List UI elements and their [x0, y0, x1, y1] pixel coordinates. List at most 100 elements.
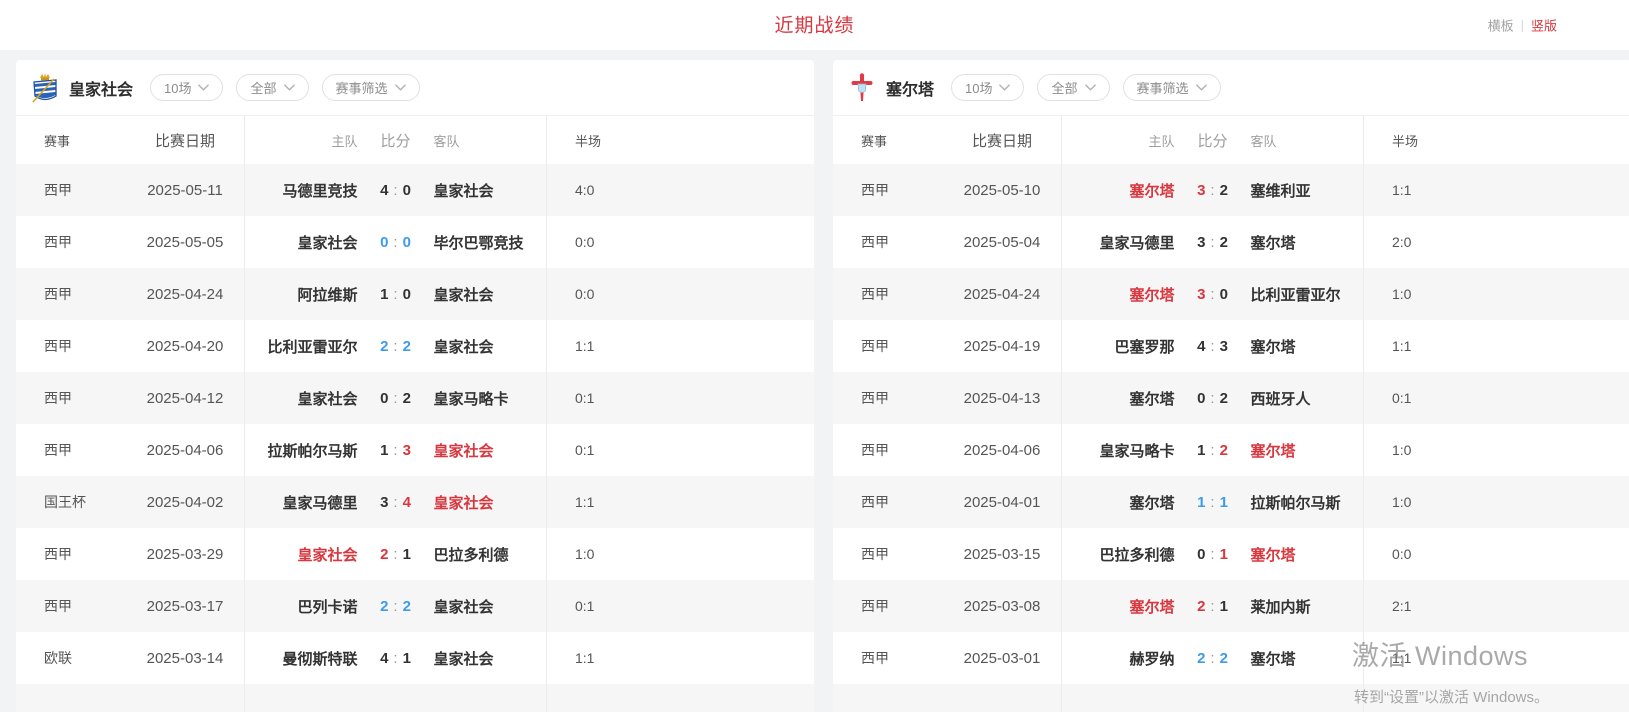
table-row: 欧联 2025-03-14 曼彻斯特联 4:1 皇家社会 1:1 — [16, 632, 814, 684]
top-bar: 近期战绩 横板 | 竖版 — [0, 0, 1629, 50]
score: 2:2 — [368, 598, 424, 615]
score: 1:1 — [1185, 494, 1241, 511]
away-team: 莱加内斯 — [1251, 596, 1364, 617]
score — [368, 702, 424, 712]
match-cell: 塞尔塔 3:2 塞维利亚 — [1061, 164, 1363, 216]
score: 4:1 — [368, 650, 424, 667]
date-cell: 2025-05-04 — [943, 234, 1061, 251]
halftime-cell: 0:1 — [546, 372, 814, 424]
date-cell: 2025-03-01 — [943, 650, 1061, 667]
table-row: 西甲 2025-04-20 比利亚雷亚尔 2:2 皇家社会 1:1 — [16, 320, 814, 372]
home-team: 塞尔塔 — [1062, 284, 1175, 305]
score: 2:2 — [1185, 650, 1241, 667]
match-cell — [1061, 684, 1363, 712]
score: 3:2 — [1185, 234, 1241, 251]
halftime-cell: 0:1 — [1363, 372, 1629, 424]
date-cell: 2025-03-14 — [126, 650, 244, 667]
date-cell: 2025-04-19 — [943, 338, 1061, 355]
filter-dropdown[interactable]: 10场 — [150, 74, 223, 101]
col-home: 主队 — [1062, 131, 1175, 150]
score: 1:3 — [368, 442, 424, 459]
col-away: 客队 — [1251, 131, 1364, 150]
layout-horizontal-link[interactable]: 横板 — [1488, 16, 1514, 35]
match-cell: 比利亚雷亚尔 2:2 皇家社会 — [244, 320, 546, 372]
away-team: 比利亚雷亚尔 — [1251, 284, 1364, 305]
away-team: 巴拉多利德 — [434, 544, 547, 565]
score: 1:2 — [1185, 442, 1241, 459]
filter-label: 赛事筛选 — [336, 78, 388, 97]
match-cell: 拉斯帕尔马斯 1:3 皇家社会 — [244, 424, 546, 476]
filter-dropdown[interactable]: 全部 — [1037, 74, 1109, 101]
halftime-cell: 2:0 — [1363, 216, 1629, 268]
page-title: 近期战绩 — [774, 10, 854, 37]
home-team: 阿拉维斯 — [245, 284, 358, 305]
competition-cell: 西甲 — [833, 648, 943, 668]
competition-cell: 西甲 — [16, 596, 126, 616]
score — [1185, 702, 1241, 712]
table-row: 西甲 2025-04-19 巴塞罗那 4:3 塞尔塔 1:1 — [833, 320, 1629, 372]
date-cell: 2025-04-20 — [126, 338, 244, 355]
competition-cell: 西甲 — [833, 544, 943, 564]
competition-cell: 西甲 — [833, 284, 943, 304]
date-cell: 2025-05-10 — [943, 182, 1061, 199]
home-team: 赫罗纳 — [1062, 648, 1175, 669]
competition-cell: 西甲 — [833, 440, 943, 460]
team-name: 塞尔塔 — [886, 76, 934, 100]
table-row: 西甲 2025-04-01 塞尔塔 1:1 拉斯帕尔马斯 1:0 — [833, 476, 1629, 528]
col-match: 主队 比分 客队 — [1061, 116, 1363, 164]
column-headers: 赛事 比赛日期 主队 比分 客队 半场 — [16, 116, 814, 164]
score: 4:0 — [368, 182, 424, 199]
home-team: 皇家马德里 — [1062, 232, 1175, 253]
col-halftime: 半场 — [1363, 116, 1629, 164]
match-cell: 塞尔塔 0:2 西班牙人 — [1061, 372, 1363, 424]
date-cell: 2025-03-08 — [943, 598, 1061, 615]
table-row — [833, 684, 1629, 712]
table-row: 西甲 2025-04-24 阿拉维斯 1:0 皇家社会 0:0 — [16, 268, 814, 320]
halftime-cell: 1:0 — [1363, 424, 1629, 476]
filter-label: 赛事筛选 — [1137, 78, 1189, 97]
home-team: 皇家马略卡 — [1062, 440, 1175, 461]
halftime-cell: 1:1 — [1363, 320, 1629, 372]
chevron-down-icon — [1085, 84, 1096, 91]
match-cell: 巴列卡诺 2:2 皇家社会 — [244, 580, 546, 632]
table-row: 西甲 2025-04-13 塞尔塔 0:2 西班牙人 0:1 — [833, 372, 1629, 424]
home-team: 巴塞罗那 — [1062, 336, 1175, 357]
match-cell: 皇家马德里 3:2 塞尔塔 — [1061, 216, 1363, 268]
col-away: 客队 — [434, 131, 547, 150]
filter-dropdown[interactable]: 赛事筛选 — [1123, 74, 1221, 101]
home-team: 巴拉多利德 — [1062, 544, 1175, 565]
score: 3:2 — [1185, 182, 1241, 199]
home-team: 皇家马德里 — [245, 492, 358, 513]
table-row: 西甲 2025-04-12 皇家社会 0:2 皇家马略卡 0:1 — [16, 372, 814, 424]
filter-pills: 10场 全部 赛事筛选 — [938, 74, 1221, 101]
filter-dropdown[interactable]: 10场 — [951, 74, 1024, 101]
match-cell: 塞尔塔 2:1 莱加内斯 — [1061, 580, 1363, 632]
date-cell: 2025-03-29 — [126, 546, 244, 563]
halftime-cell: 1:0 — [1363, 476, 1629, 528]
score: 0:2 — [368, 390, 424, 407]
filter-dropdown[interactable]: 全部 — [236, 74, 308, 101]
filter-label: 全部 — [250, 78, 276, 97]
home-team: 巴列卡诺 — [245, 596, 358, 617]
away-team: 塞尔塔 — [1251, 232, 1364, 253]
match-cell: 皇家社会 0:0 毕尔巴鄂竞技 — [244, 216, 546, 268]
chevron-down-icon — [198, 84, 209, 91]
col-competition: 赛事 — [833, 131, 943, 150]
match-cell: 马德里竞技 4:0 皇家社会 — [244, 164, 546, 216]
filter-dropdown[interactable]: 赛事筛选 — [322, 74, 420, 101]
layout-vertical-link[interactable]: 竖版 — [1531, 16, 1557, 35]
score: 0:2 — [1185, 390, 1241, 407]
column-headers: 赛事 比赛日期 主队 比分 客队 半场 — [833, 116, 1629, 164]
away-team: 皇家社会 — [434, 180, 547, 201]
match-cell: 皇家马德里 3:4 皇家社会 — [244, 476, 546, 528]
table-row: 西甲 2025-04-24 塞尔塔 3:0 比利亚雷亚尔 1:0 — [833, 268, 1629, 320]
score: 1:0 — [368, 286, 424, 303]
competition-cell: 国王杯 — [16, 492, 126, 512]
halftime-cell — [546, 684, 814, 712]
filter-label: 10场 — [164, 78, 191, 97]
date-cell: 2025-04-13 — [943, 390, 1061, 407]
chevron-down-icon — [999, 84, 1010, 91]
match-cell: 塞尔塔 1:1 拉斯帕尔马斯 — [1061, 476, 1363, 528]
competition-cell: 西甲 — [833, 492, 943, 512]
home-team: 塞尔塔 — [1062, 388, 1175, 409]
